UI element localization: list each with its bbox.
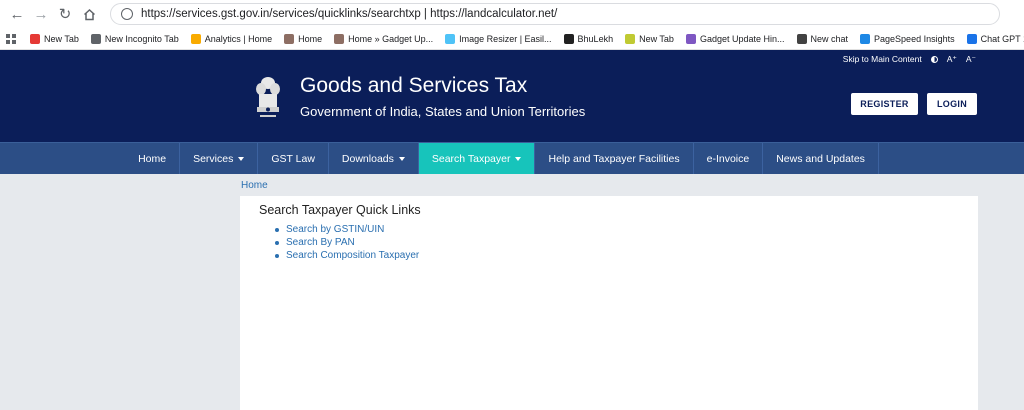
bookmark-favicon-icon [30, 33, 40, 44]
caret-down-icon [515, 156, 522, 161]
nav-item-label: Services [193, 152, 234, 165]
nav-item-label: e-Invoice [706, 152, 750, 165]
bullet-icon [275, 227, 279, 232]
breadcrumb-home[interactable]: Home [241, 180, 268, 191]
bookmark-favicon-icon [284, 33, 295, 44]
quick-links-panel: Search Taxpayer Quick Links Search by GS… [240, 196, 978, 410]
forward-arrow-icon[interactable]: → [30, 3, 52, 25]
bookmark-label: BhuLekh [577, 33, 614, 44]
bookmark-label: New Tab [639, 33, 674, 44]
quick-link-label: Search by GSTIN/UIN [286, 224, 385, 235]
bookmark-favicon-icon [966, 33, 977, 44]
bookmark-item[interactable]: New Tab [625, 33, 674, 44]
nav-item-downloads[interactable]: Downloads [329, 143, 419, 174]
bookmark-item[interactable]: New Incognito Tab [90, 33, 179, 44]
site-info-icon[interactable] [121, 8, 133, 20]
bookmark-favicon-icon [190, 33, 201, 44]
bookmark-favicon-icon [685, 33, 696, 44]
nav-item-label: GST Law [271, 152, 315, 165]
bookmark-favicon-icon [90, 33, 101, 44]
site-header: Goods and Services Tax Government of Ind… [0, 68, 1024, 142]
browser-toolbar: ← → ↻ https://services.gst.gov.in/servic… [0, 0, 1024, 28]
national-emblem-icon [256, 77, 280, 117]
bookmark-label: Chat GPT 1 - Googl... [980, 33, 1024, 44]
nav-item-label: Home [138, 152, 167, 165]
bookmark-favicon-icon [796, 33, 807, 44]
bookmark-item[interactable]: Home [284, 33, 323, 44]
main-content: Home Search Taxpayer Quick Links Search … [0, 174, 1024, 410]
address-bar[interactable]: https://services.gst.gov.in/services/qui… [110, 3, 1000, 25]
caret-down-icon [398, 156, 405, 161]
bookmark-label: Image Resizer | Easil... [459, 33, 552, 44]
skip-to-main-link[interactable]: Skip to Main Content [843, 54, 922, 64]
nav-item-label: Help and Taxpayer Facilities [548, 152, 680, 165]
main-navigation: Home Services GST Law Downloads Search Taxpa… [0, 142, 1024, 174]
caret-down-icon [238, 156, 245, 161]
bookmark-favicon-icon [334, 33, 345, 44]
quick-link-item[interactable]: Search By PAN [275, 236, 419, 249]
bookmark-label: Home [298, 33, 323, 44]
bookmark-label: Gadget Update Hin... [699, 33, 785, 44]
contrast-icon[interactable] [930, 55, 938, 63]
bookmark-favicon-icon [625, 33, 636, 44]
nav-item-search-taxpayer[interactable]: Search Taxpayer [418, 143, 536, 174]
login-button[interactable]: LOGIN [927, 93, 977, 115]
bookmark-label: New Incognito Tab [104, 33, 179, 44]
font-decrease-button[interactable]: A⁻ [966, 54, 976, 65]
nav-item-help-and-taxpayer-facilities[interactable]: Help and Taxpayer Facilities [535, 143, 694, 174]
nav-item-label: Downloads [341, 152, 394, 165]
bookmark-item[interactable]: New chat [796, 33, 849, 44]
bullet-icon [275, 253, 279, 258]
quick-link-label: Search By PAN [286, 237, 355, 248]
bookmark-label: Home » Gadget Up... [348, 33, 434, 44]
bookmark-label: New chat [810, 33, 849, 44]
bookmark-favicon-icon [563, 33, 574, 44]
apps-grid-icon[interactable] [6, 33, 16, 44]
quick-link-label: Search Composition Taxpayer [286, 250, 420, 261]
quick-links-list: Search by GSTIN/UIN Search By PAN Search C… [275, 223, 419, 262]
nav-item-news-and-updates[interactable]: News and Updates [763, 143, 879, 174]
nav-item-home[interactable]: Home [125, 143, 181, 174]
reload-icon[interactable]: ↻ [54, 3, 76, 25]
bookmark-item[interactable]: PageSpeed Insights [860, 33, 955, 44]
bookmark-item[interactable]: BhuLekh [563, 33, 614, 44]
bookmark-label: Analytics | Home [204, 33, 273, 44]
panel-title: Search Taxpayer Quick Links [259, 203, 421, 217]
bookmark-item[interactable]: Home » Gadget Up... [334, 33, 434, 44]
site-subtitle: Government of India, States and Union Te… [300, 104, 586, 119]
back-arrow-icon[interactable]: ← [6, 3, 28, 25]
quick-link-item[interactable]: Search Composition Taxpayer [275, 249, 419, 262]
bookmark-item[interactable]: Analytics | Home [190, 33, 273, 44]
bookmark-item[interactable]: Image Resizer | Easil... [445, 33, 552, 44]
bookmark-label: New Tab [44, 33, 79, 44]
url-text: https://services.gst.gov.in/services/qui… [141, 8, 558, 20]
nav-item-label: Search Taxpayer [431, 152, 511, 165]
site-title: Goods and Services Tax [300, 74, 528, 97]
quick-link-item[interactable]: Search by GSTIN/UIN [275, 223, 419, 236]
bookmark-favicon-icon [860, 33, 871, 44]
nav-item-label: News and Updates [776, 152, 865, 165]
home-icon[interactable] [78, 3, 100, 25]
bookmark-item[interactable]: Chat GPT 1 - Googl... [966, 33, 1024, 44]
bookmark-item[interactable]: New Tab [30, 33, 79, 44]
font-increase-button[interactable]: A⁺ [947, 54, 957, 65]
bookmark-label: PageSpeed Insights [874, 33, 955, 44]
bookmark-item[interactable]: Gadget Update Hin... [685, 33, 785, 44]
nav-item-services[interactable]: Services [180, 143, 259, 174]
bullet-icon [275, 240, 279, 245]
register-button[interactable]: REGISTER [851, 93, 918, 115]
accessibility-strip: Skip to Main Content A⁺ A⁻ [0, 50, 1024, 68]
nav-item-gst-law[interactable]: GST Law [258, 143, 329, 174]
bookmark-favicon-icon [445, 33, 456, 44]
bookmarks-bar: New Tab New Incognito Tab Analytics | Home… [0, 28, 1024, 50]
nav-item-e-invoice[interactable]: e-Invoice [694, 143, 764, 174]
